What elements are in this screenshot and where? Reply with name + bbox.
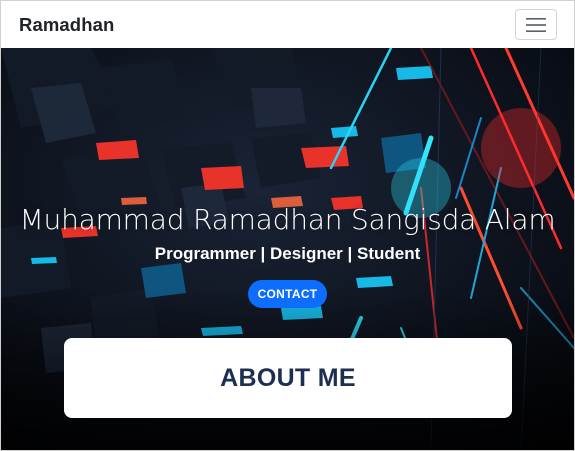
navbar: Ramadhan (1, 1, 574, 48)
navbar-toggler-button[interactable] (515, 9, 557, 40)
about-card: ABOUT ME (64, 338, 512, 418)
about-title: ABOUT ME (220, 364, 356, 392)
hero-content: Muhammad Ramadhan Sangisda Alam Programm… (1, 198, 574, 308)
navbar-brand[interactable]: Ramadhan (19, 14, 114, 36)
contact-button[interactable]: CONTACT (247, 280, 328, 308)
hero-subtitle: Programmer | Designer | Student (154, 244, 421, 263)
hamburger-icon (526, 17, 546, 33)
browser-viewport: Ramadhan Muhammad Ramadhan Sangisda Alam… (0, 0, 575, 451)
hero-name-heading: Muhammad Ramadhan Sangisda Alam (19, 203, 556, 236)
